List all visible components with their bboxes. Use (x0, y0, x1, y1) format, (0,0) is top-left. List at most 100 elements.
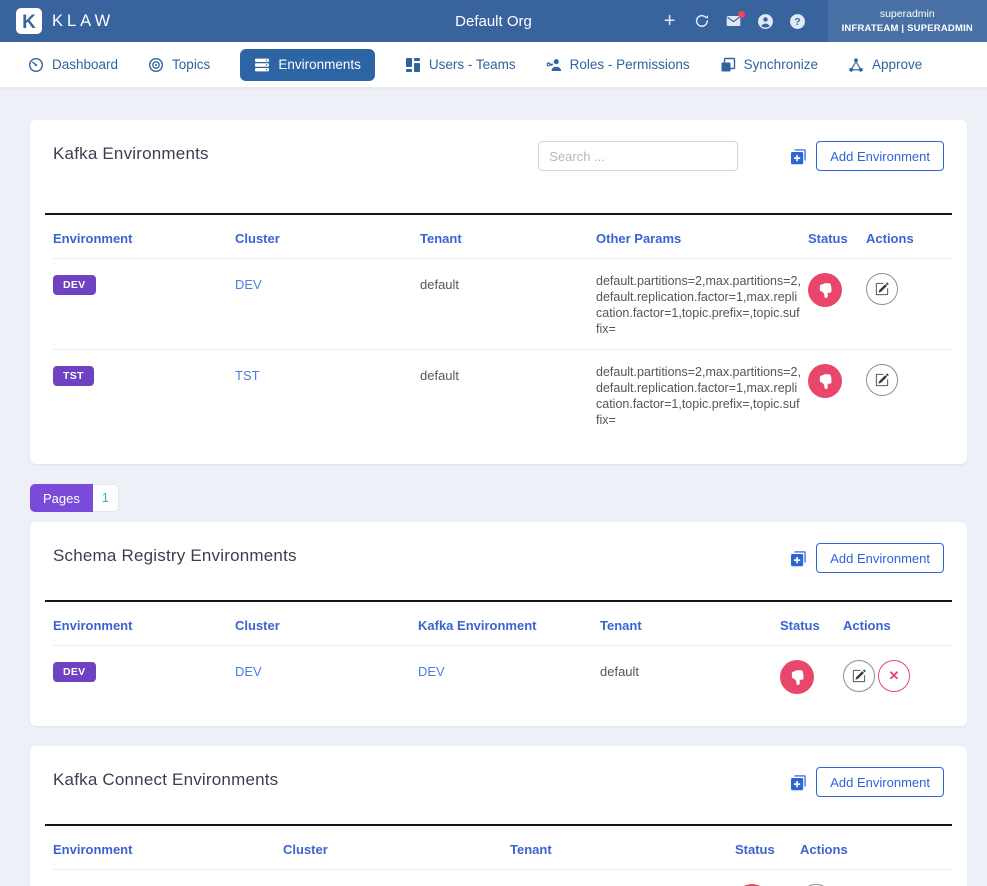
roles-permissions-icon (546, 57, 562, 73)
dashboard-icon (28, 57, 44, 73)
approve-icon (848, 57, 864, 73)
edit-environment-button[interactable] (866, 273, 898, 305)
search-input[interactable] (538, 141, 738, 171)
column-environment: Environment (53, 842, 283, 857)
tab-label: Roles - Permissions (570, 57, 690, 72)
table-header-row: Environment Cluster Tenant Status Action… (53, 826, 952, 870)
tab-users-teams[interactable]: Users - Teams (405, 57, 516, 73)
column-status: Status (735, 842, 800, 857)
column-status: Status (780, 618, 843, 633)
tab-label: Topics (172, 57, 210, 72)
kafka-connect-environments-card: Kafka Connect Environments Add Environme… (30, 746, 967, 886)
tab-label: Approve (872, 57, 922, 72)
column-cluster: Cluster (283, 842, 510, 857)
add-collection-icon[interactable] (790, 550, 807, 567)
delete-environment-button[interactable]: ✕ (878, 660, 910, 692)
tab-label: Dashboard (52, 57, 118, 72)
status-thumbs-down-button[interactable] (808, 364, 842, 398)
status-thumbs-down-button[interactable] (808, 273, 842, 307)
column-kafka-environment: Kafka Environment (418, 618, 600, 633)
main-content: Kafka Environments Add Environment Envir… (0, 88, 967, 886)
column-tenant: Tenant (510, 842, 735, 857)
user-menu[interactable]: superadmin INFRATEAM | SUPERADMIN (828, 0, 987, 42)
environment-badge: TST (53, 366, 94, 386)
tab-label: Environments (278, 57, 361, 72)
brand: K KLAW (16, 8, 114, 34)
kafka-environments-title: Kafka Environments (53, 144, 538, 164)
environment-badge: DEV (53, 275, 96, 295)
edit-environment-button[interactable] (843, 660, 875, 692)
schema-registry-table: Environment Cluster Kafka Environment Te… (45, 600, 952, 726)
add-collection-icon[interactable] (790, 774, 807, 791)
cluster-link[interactable]: DEV (235, 664, 418, 679)
tab-roles-permissions[interactable]: Roles - Permissions (546, 57, 690, 73)
tab-topics[interactable]: Topics (148, 57, 210, 73)
column-actions: Actions (800, 842, 952, 857)
add-environment-button[interactable]: Add Environment (816, 767, 944, 797)
kafka-environments-card: Kafka Environments Add Environment Envir… (30, 120, 967, 464)
table-row: TST TST default default.partitions=2,max… (53, 349, 952, 440)
column-environment: Environment (53, 618, 235, 633)
tab-approve[interactable]: Approve (848, 57, 922, 73)
kafka-connect-table: Environment Cluster Tenant Status Action… (45, 824, 952, 886)
kafka-environment-link[interactable]: DEV (418, 664, 600, 679)
synchronize-icon (720, 57, 736, 73)
notification-dot (738, 11, 745, 18)
tenant-value: default (600, 664, 780, 679)
add-collection-icon[interactable] (790, 148, 807, 165)
tab-environments[interactable]: Environments (240, 49, 375, 81)
environments-icon (254, 57, 270, 73)
tab-label: Users - Teams (429, 57, 516, 72)
pagination: Pages 1 (30, 484, 947, 512)
tenant-value: default (420, 368, 596, 383)
column-cluster: Cluster (235, 618, 418, 633)
add-environment-button[interactable]: Add Environment (816, 543, 944, 573)
users-teams-icon (405, 57, 421, 73)
help-icon[interactable]: ? (782, 0, 814, 42)
user-name: superadmin (880, 8, 935, 20)
tab-synchronize[interactable]: Synchronize (720, 57, 818, 73)
cluster-link[interactable]: DEV (235, 277, 420, 292)
column-actions: Actions (843, 618, 952, 633)
kafka-environments-table: Environment Cluster Tenant Other Params … (45, 213, 952, 464)
svg-text:?: ? (794, 17, 800, 28)
schema-registry-title: Schema Registry Environments (53, 546, 790, 566)
tenant-value: default (420, 277, 596, 292)
pages-button[interactable]: Pages (30, 484, 93, 512)
column-tenant: Tenant (600, 618, 780, 633)
brand-name: KLAW (52, 12, 114, 31)
column-environment: Environment (53, 231, 235, 246)
table-row: DEV DEV DEV default ✕ (53, 646, 952, 712)
table-row: DEV DEV default (53, 870, 952, 886)
user-team-role: INFRATEAM | SUPERADMIN (842, 23, 973, 34)
other-params-value: default.partitions=2,max.partitions=2,de… (596, 364, 801, 428)
refresh-icon[interactable] (686, 0, 718, 42)
table-header-row: Environment Cluster Tenant Other Params … (53, 215, 952, 259)
top-navbar: K KLAW Default Org + ? superadmin INFRAT… (0, 0, 987, 42)
status-thumbs-down-button[interactable] (780, 660, 814, 694)
org-title: Default Org (455, 13, 532, 30)
cluster-link[interactable]: TST (235, 368, 420, 383)
user-account-icon[interactable] (750, 0, 782, 42)
schema-registry-environments-card: Schema Registry Environments Add Environ… (30, 522, 967, 726)
other-params-value: default.partitions=2,max.partitions=2,de… (596, 273, 801, 337)
column-other-params: Other Params (596, 231, 808, 246)
column-actions: Actions (866, 231, 952, 246)
page-number-button[interactable]: 1 (93, 484, 119, 512)
main-navigation: Dashboard Topics Environments Users - Te… (0, 42, 987, 88)
table-header-row: Environment Cluster Kafka Environment Te… (53, 602, 952, 646)
table-row: DEV DEV default default.partitions=2,max… (53, 259, 952, 349)
add-environment-button[interactable]: Add Environment (816, 141, 944, 171)
column-status: Status (808, 231, 866, 246)
mail-icon[interactable] (718, 0, 750, 42)
kafka-connect-title: Kafka Connect Environments (53, 770, 790, 790)
tab-label: Synchronize (744, 57, 818, 72)
topbar-actions: + ? superadmin INFRATEAM | SUPERADMIN (654, 0, 987, 42)
tab-dashboard[interactable]: Dashboard (28, 57, 118, 73)
svg-text:K: K (22, 12, 36, 33)
add-request-icon[interactable]: + (654, 0, 686, 42)
klaw-logo-icon[interactable]: K (16, 8, 42, 34)
column-cluster: Cluster (235, 231, 420, 246)
environment-badge: DEV (53, 662, 96, 682)
edit-environment-button[interactable] (866, 364, 898, 396)
